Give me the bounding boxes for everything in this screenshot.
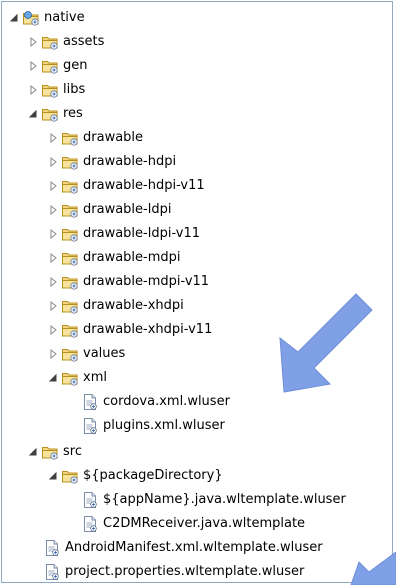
package-folder-icon: [61, 297, 79, 315]
collapsed-triangle-icon[interactable]: [45, 319, 61, 341]
expanded-triangle-icon[interactable]: [6, 7, 22, 29]
package-folder-icon: [61, 225, 79, 243]
tree-node-label: C2DMReceiver.java.wltemplate: [103, 516, 306, 531]
tree-node-package-directory[interactable]: ${packageDirectory}: [45, 465, 223, 487]
package-folder-icon: [41, 105, 59, 123]
tree-node-drawable-hdpi[interactable]: drawable-hdpi: [45, 151, 176, 173]
tree-node-label: res: [63, 106, 83, 121]
tree-node-drawable-hdpi-v11[interactable]: drawable-hdpi-v11: [45, 175, 205, 197]
collapsed-triangle-icon[interactable]: [25, 79, 41, 101]
tree-node-native[interactable]: native: [6, 7, 85, 29]
tree-node-label: values: [83, 346, 126, 361]
tree-node-label: plugins.xml.wluser: [103, 418, 225, 433]
tree-node-drawable-xhdpi[interactable]: drawable-xhdpi: [45, 295, 184, 317]
tree-node-label: src: [63, 444, 82, 459]
tree-node-label: drawable-hdpi: [83, 154, 177, 169]
package-folder-icon: [61, 273, 79, 291]
tree-node-xml[interactable]: xml: [45, 367, 107, 389]
project-folder-icon: [22, 9, 40, 27]
tree-node-label: libs: [63, 82, 86, 97]
pointer-arrow-icon: [350, 552, 396, 585]
tree-file-android-manifest[interactable]: AndroidManifest.xml.wltemplate.wluser: [43, 537, 323, 559]
package-folder-icon: [61, 201, 79, 219]
expanded-triangle-icon[interactable]: [45, 367, 61, 389]
tree-file-c2dmreceiver-java[interactable]: C2DMReceiver.java.wltemplate: [81, 513, 305, 535]
expanded-triangle-icon[interactable]: [25, 103, 41, 125]
tree-node-drawable-mdpi[interactable]: drawable-mdpi: [45, 247, 181, 269]
tree-node-res[interactable]: res: [25, 103, 83, 125]
tree-node-drawable-mdpi-v11[interactable]: drawable-mdpi-v11: [45, 271, 209, 293]
tree-node-drawable-xhdpi-v11[interactable]: drawable-xhdpi-v11: [45, 319, 212, 341]
expanded-triangle-icon[interactable]: [25, 441, 41, 463]
package-folder-icon: [61, 321, 79, 339]
collapsed-triangle-icon[interactable]: [45, 271, 61, 293]
package-folder-icon: [61, 129, 79, 147]
tree-file-project-properties[interactable]: project.properties.wltemplate.wluser: [43, 561, 304, 583]
collapsed-triangle-icon[interactable]: [25, 31, 41, 53]
tree-node-drawable-ldpi-v11[interactable]: drawable-ldpi-v11: [45, 223, 200, 245]
pointer-arrow-icon: [279, 293, 373, 393]
file-icon: [81, 491, 99, 509]
tree-node-label: cordova.xml.wluser: [103, 394, 230, 409]
tree-node-label: drawable: [83, 130, 144, 145]
collapsed-triangle-icon[interactable]: [45, 295, 61, 317]
collapsed-triangle-icon[interactable]: [25, 55, 41, 77]
package-folder-icon: [41, 81, 59, 99]
collapsed-triangle-icon[interactable]: [45, 175, 61, 197]
tree-node-label: drawable-xhdpi: [83, 298, 184, 313]
tree-node-drawable-ldpi[interactable]: drawable-ldpi: [45, 199, 171, 221]
tree-node-label: project.properties.wltemplate.wluser: [65, 564, 305, 579]
package-folder-icon: [41, 33, 59, 51]
file-icon: [43, 539, 61, 557]
collapsed-triangle-icon[interactable]: [45, 199, 61, 221]
tree-node-label: native: [44, 10, 85, 25]
tree-node-label: gen: [63, 58, 88, 73]
tree-node-label: ${packageDirectory}: [83, 468, 223, 483]
file-icon: [81, 515, 99, 533]
package-folder-icon: [41, 57, 59, 75]
package-folder-icon: [41, 443, 59, 461]
expanded-triangle-icon[interactable]: [45, 465, 61, 487]
package-folder-icon: [61, 177, 79, 195]
tree-node-label: drawable-ldpi-v11: [83, 226, 201, 241]
tree-file-appname-java[interactable]: ${appName}.java.wltemplate.wluser: [81, 489, 346, 511]
package-folder-icon: [61, 153, 79, 171]
tree-node-label: drawable-mdpi: [83, 250, 181, 265]
tree-file-cordova-xml[interactable]: cordova.xml.wluser: [81, 391, 230, 413]
tree-node-label: ${appName}.java.wltemplate.wluser: [103, 492, 346, 507]
tree-node-label: xml: [83, 370, 107, 385]
package-folder-icon: [61, 369, 79, 387]
file-icon: [81, 417, 99, 435]
package-folder-icon: [61, 249, 79, 267]
tree-node-values[interactable]: values: [45, 343, 125, 365]
file-icon: [81, 393, 99, 411]
collapsed-triangle-icon[interactable]: [45, 151, 61, 173]
collapsed-triangle-icon[interactable]: [45, 343, 61, 365]
collapsed-triangle-icon[interactable]: [45, 223, 61, 245]
tree-node-label: assets: [63, 34, 105, 49]
tree-node-label: drawable-xhdpi-v11: [83, 322, 213, 337]
package-folder-icon: [61, 467, 79, 485]
tree-node-label: AndroidManifest.xml.wltemplate.wluser: [65, 540, 323, 555]
tree-node-label: drawable-mdpi-v11: [83, 274, 210, 289]
tree-node-label: drawable-ldpi: [83, 202, 172, 217]
tree-node-libs[interactable]: libs: [25, 79, 85, 101]
tree-node-label: drawable-hdpi-v11: [83, 178, 205, 193]
tree-node-assets[interactable]: assets: [25, 31, 104, 53]
collapsed-triangle-icon[interactable]: [45, 127, 61, 149]
tree-node-src[interactable]: src: [25, 441, 82, 463]
tree-node-gen[interactable]: gen: [25, 55, 88, 77]
tree-node-drawable[interactable]: drawable: [45, 127, 143, 149]
package-folder-icon: [61, 345, 79, 363]
tree-file-plugins-xml[interactable]: plugins.xml.wluser: [81, 415, 225, 437]
file-icon: [43, 563, 61, 581]
collapsed-triangle-icon[interactable]: [45, 247, 61, 269]
